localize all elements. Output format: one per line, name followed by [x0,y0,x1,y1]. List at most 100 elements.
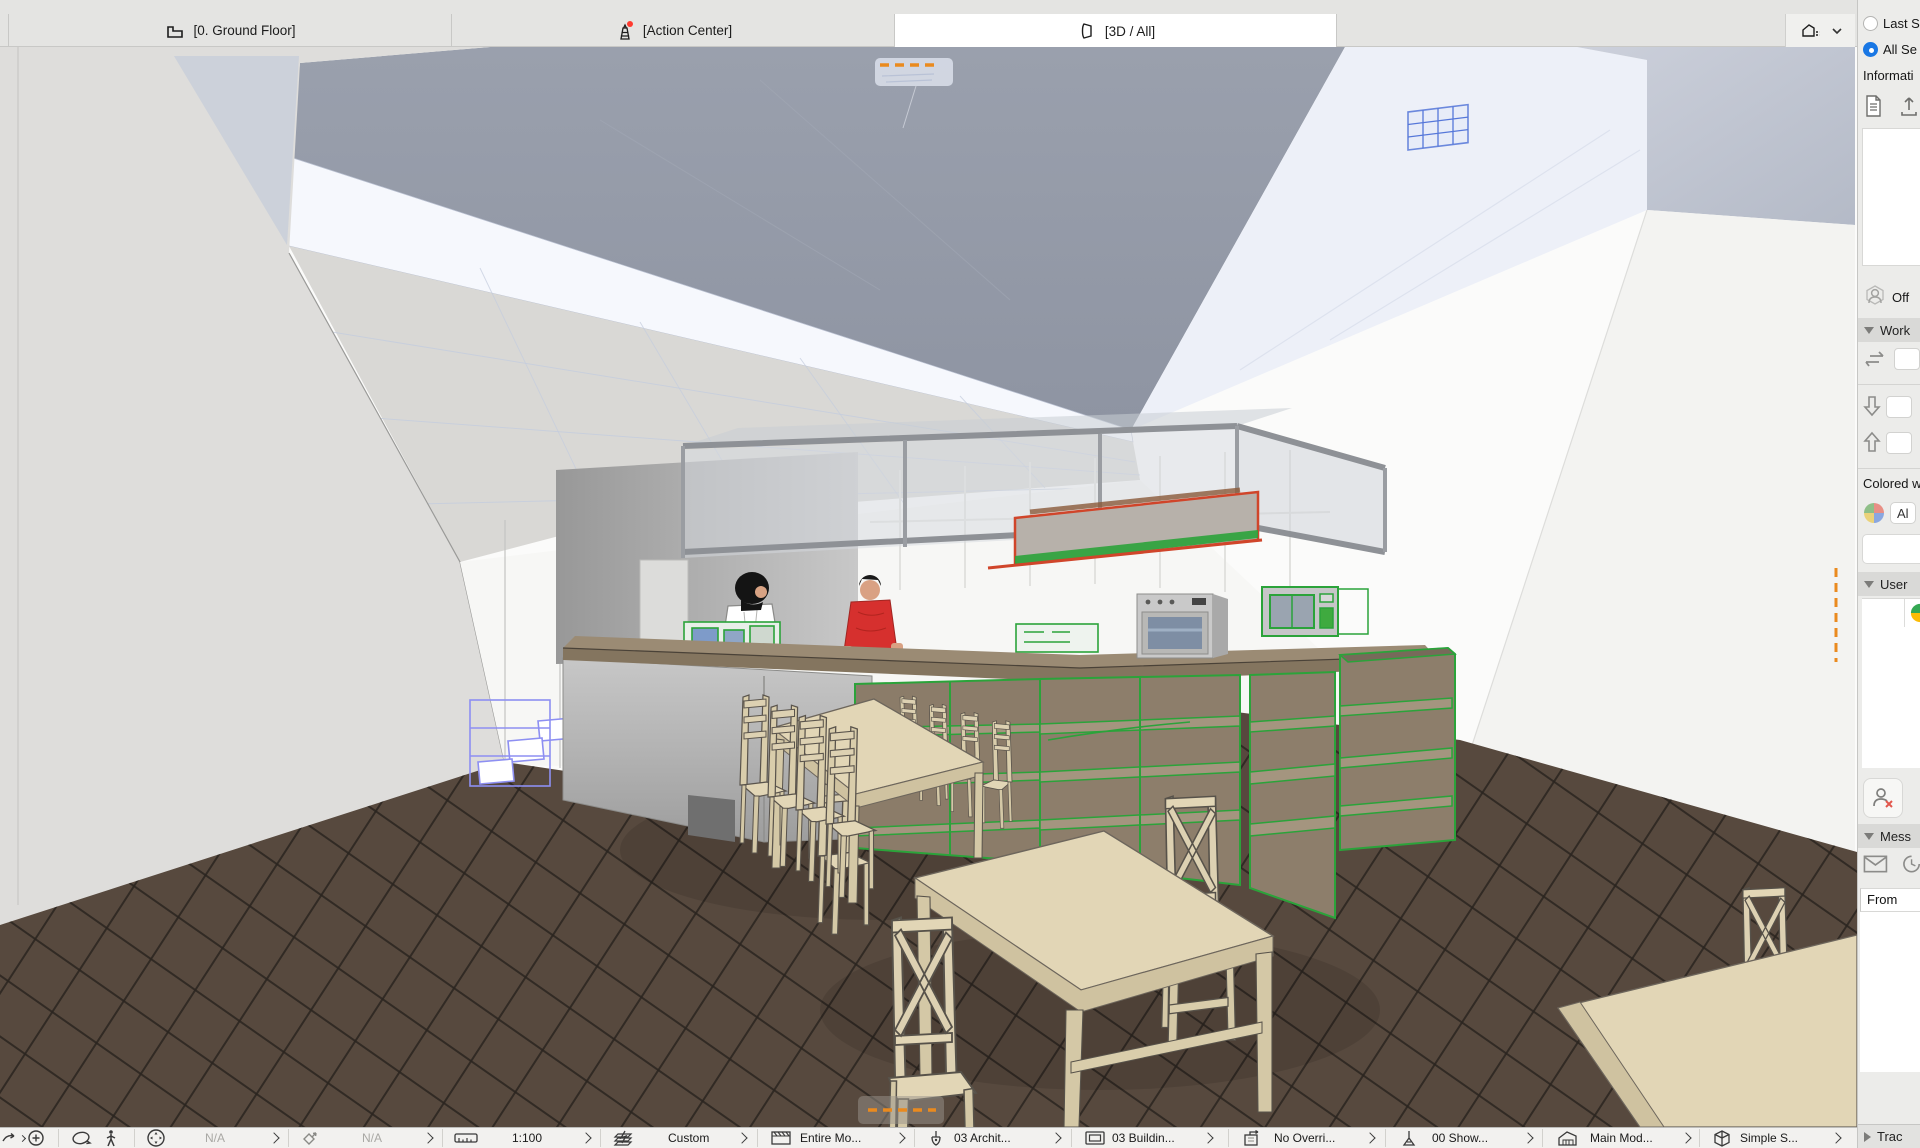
expand-triangle-icon [1864,1132,1871,1142]
layer-combination-value[interactable]: 00 Show... [1432,1128,1488,1148]
scale-value[interactable]: 1:100 [512,1128,542,1148]
override-value[interactable]: No Overri... [1274,1128,1335,1148]
structure-display-value[interactable]: Main Mod... [1590,1128,1653,1148]
all-button[interactable]: Al [1890,502,1916,524]
fly-mode-icon[interactable] [300,1128,320,1148]
tracker-section-label: Trac [1877,1129,1903,1144]
tab-3d-all[interactable]: [3D / All] [894,14,1337,48]
messages-section-label: Mess [1880,829,1911,844]
receive-row [1858,394,1920,420]
tab-action-center[interactable]: [Action Center] [451,14,894,47]
detail-level-chevron[interactable] [1832,1128,1840,1148]
messages-column-header[interactable]: From [1860,888,1920,912]
teamwork-palette: Last S All Se Informati Off Work [1857,0,1920,1148]
tracker-section-header[interactable]: Trac [1858,1124,1920,1148]
scale-chevron[interactable] [582,1128,590,1148]
information-label: Informati [1858,68,1920,83]
model-view-chevron[interactable] [1204,1128,1212,1148]
offline-user-icon [1863,284,1887,310]
structure-display-icon[interactable] [1556,1128,1580,1148]
tab-label: [0. Ground Floor] [193,23,295,38]
send-receive-field[interactable] [1894,348,1920,370]
orbit-icon[interactable] [70,1128,92,1148]
renovation-chevron[interactable] [896,1128,904,1148]
model-views-dropdown[interactable] [1785,14,1855,47]
messages-section-header[interactable]: Mess [1858,824,1920,848]
pan-more-chevron[interactable] [20,1128,25,1148]
sun-chevron[interactable] [270,1128,278,1148]
section-marker-bottom[interactable] [858,1096,944,1124]
detail-level-value[interactable]: Simple S... [1740,1128,1798,1148]
tab-ground-floor[interactable]: [0. Ground Floor] [8,14,451,47]
messages-list[interactable] [1860,912,1920,1072]
users-section-label: User [1880,577,1907,592]
user-x-icon [1870,785,1896,811]
radio-last-session[interactable]: Last S [1858,16,1920,31]
pen-set-icon[interactable] [928,1128,944,1148]
camera-chevron[interactable] [424,1128,432,1148]
colored-workspaces-label: Colored w [1858,476,1920,491]
radio-unselected-icon[interactable] [1863,16,1878,31]
users-section-header[interactable]: User [1858,572,1920,596]
ceiling-grid-object [1408,105,1468,150]
colored-workspaces-row: Al [1858,502,1920,524]
messages-toolbar [1858,854,1920,874]
envelope-icon[interactable] [1863,854,1888,874]
from-column-label: From [1867,892,1897,907]
chevron-down-icon [1832,27,1842,35]
pen-set-value[interactable]: 03 Archit... [954,1128,1011,1148]
upload-icon[interactable] [1899,94,1919,118]
collapse-triangle-icon [1864,581,1874,588]
colorwheel-icon[interactable] [1863,502,1885,524]
quick-layers-icon[interactable] [612,1128,636,1148]
bim-application-window: [0. Ground Floor] [Action Center] [0,0,1920,1148]
3d-viewport[interactable] [0,47,1857,1127]
model-views-icon [1800,20,1826,42]
collapse-triangle-icon [1864,833,1874,840]
3d-scene [0,47,1857,1127]
pan-icon[interactable] [2,1128,19,1148]
send-receive-row [1858,348,1920,370]
information-list[interactable] [1862,128,1920,266]
graphic-override-icon[interactable] [1242,1128,1264,1148]
layers-value[interactable]: Custom [668,1128,709,1148]
scale-icon [454,1128,478,1148]
collapse-triangle-icon [1864,327,1874,334]
pen-set-chevron[interactable] [1052,1128,1060,1148]
3d-view-icon [1076,20,1098,42]
users-list[interactable] [1862,598,1920,768]
layer-combination-icon[interactable] [1400,1128,1418,1148]
detail-level-icon[interactable] [1712,1128,1732,1148]
zoom-in-icon[interactable] [26,1128,46,1148]
explore-icon[interactable] [146,1128,166,1148]
document-icon[interactable] [1863,94,1883,118]
pending-messages-icon[interactable] [1902,854,1920,874]
up-arrow-icon[interactable] [1863,430,1881,456]
user-colorwheel-icon [1910,603,1920,623]
sun-position-value: N/A [205,1128,225,1148]
radio-all-sessions[interactable]: All Se [1858,42,1920,57]
model-view-value[interactable]: 03 Buildin... [1112,1128,1175,1148]
send-receive-icon[interactable] [1863,348,1889,370]
down-arrow-icon[interactable] [1863,394,1881,420]
wall-oven [1137,594,1228,658]
renovation-value[interactable]: Entire Mo... [800,1128,861,1148]
walk-icon[interactable] [104,1128,118,1148]
remove-user-button[interactable] [1863,778,1903,818]
receive-field[interactable] [1886,396,1912,418]
workspace-section-header[interactable]: Work [1858,318,1920,342]
send-field[interactable] [1886,432,1912,454]
structure-display-chevron[interactable] [1682,1128,1690,1148]
send-row [1858,430,1920,456]
main-column: [0. Ground Floor] [Action Center] [0,0,1857,1148]
layers-chevron[interactable] [738,1128,746,1148]
radio-selected-icon[interactable] [1863,42,1878,57]
colored-workspace-input[interactable] [1862,534,1920,564]
tab-label: [3D / All] [1105,24,1155,39]
offline-status: Off [1858,284,1920,310]
model-view-options-icon[interactable] [1084,1128,1106,1148]
floor-plan-icon [164,20,186,42]
layer-combination-chevron[interactable] [1524,1128,1532,1148]
renovation-filter-icon[interactable] [770,1128,792,1148]
override-chevron[interactable] [1366,1128,1374,1148]
